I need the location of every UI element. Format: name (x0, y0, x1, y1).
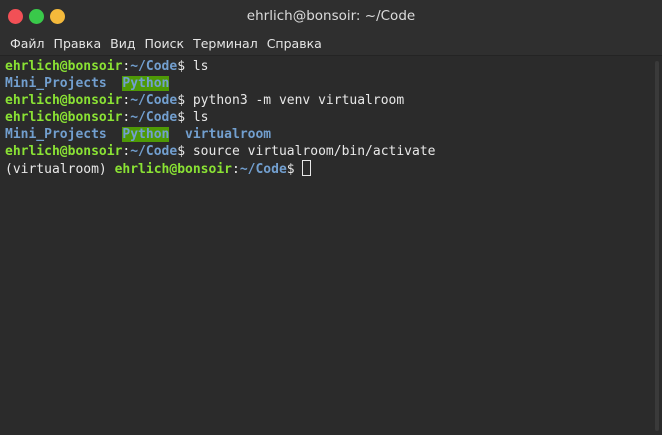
terminal-line: ehrlich@bonsoir:~/Code$ python3 -m venv … (5, 92, 662, 109)
prompt-user: ehrlich@bonsoir (114, 162, 232, 177)
terminal-line: ehrlich@bonsoir:~/Code$ source virtualro… (5, 143, 662, 160)
terminal-output[interactable]: ehrlich@bonsoir:~/Code$ ls Mini_Projects… (0, 56, 662, 435)
command-text: ls (185, 110, 209, 125)
prompt-dollar: $ (177, 110, 186, 125)
dir-entry-highlighted: Python (122, 76, 170, 91)
menu-help[interactable]: Справка (267, 36, 322, 51)
dir-entry: virtualroom (185, 127, 272, 142)
prompt-path: ~/Code (130, 93, 178, 108)
command-text: ls (185, 59, 209, 74)
prompt-user: ehrlich@bonsoir (5, 144, 123, 159)
prompt-separator: : (231, 162, 240, 177)
terminal-line: ehrlich@bonsoir:~/Code$ ls (5, 58, 662, 75)
prompt-user: ehrlich@bonsoir (5, 110, 123, 125)
venv-indicator: (virtualroom) (5, 162, 115, 177)
menu-bar: Файл Правка Вид Поиск Терминал Справка (0, 32, 662, 56)
dir-entry: Mini_Projects (5, 76, 107, 91)
prompt-user: ehrlich@bonsoir (5, 59, 123, 74)
prompt-path: ~/Code (130, 110, 178, 125)
prompt-dollar: $ (177, 144, 186, 159)
terminal-line: Mini_Projects Python virtualroom (5, 126, 662, 143)
menu-terminal[interactable]: Терминал (193, 36, 258, 51)
menu-view[interactable]: Вид (110, 36, 135, 51)
prompt-path: ~/Code (130, 144, 178, 159)
prompt-dollar: $ (286, 162, 295, 177)
scrollbar[interactable] (655, 61, 659, 431)
prompt-path: ~/Code (130, 59, 178, 74)
menu-search[interactable]: Поиск (144, 36, 184, 51)
dir-entry-highlighted: Python (122, 127, 170, 142)
dir-entry: Mini_Projects (5, 127, 107, 142)
terminal-line: ehrlich@bonsoir:~/Code$ ls (5, 109, 662, 126)
prompt-user: ehrlich@bonsoir (5, 93, 123, 108)
terminal-line-active: (virtualroom) ehrlich@bonsoir:~/Code$ (5, 160, 662, 177)
command-text: python3 -m venv virtualroom (185, 93, 405, 108)
menu-edit[interactable]: Правка (54, 36, 102, 51)
prompt-dollar: $ (177, 59, 186, 74)
text-cursor (302, 160, 312, 176)
terminal-window: ehrlich@bonsoir: ~/Code Файл Правка Вид … (0, 0, 662, 435)
prompt-dollar: $ (177, 93, 186, 108)
menu-file[interactable]: Файл (10, 36, 45, 51)
terminal-line: Mini_Projects Python (5, 75, 662, 92)
title-bar[interactable]: ehrlich@bonsoir: ~/Code (0, 0, 662, 32)
prompt-path: ~/Code (239, 162, 287, 177)
command-text: source virtualroom/bin/activate (185, 144, 436, 159)
window-title: ehrlich@bonsoir: ~/Code (246, 8, 416, 24)
